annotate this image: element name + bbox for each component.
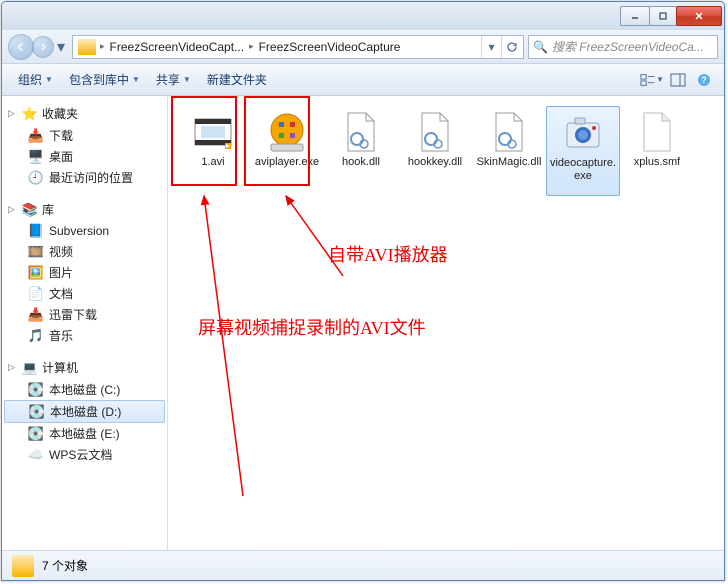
file-label: hookkey.dll xyxy=(408,156,462,169)
sidebar-computer: ▷💻计算机 💽本地磁盘 (C:) 💽本地磁盘 (D:) 💽本地磁盘 (E:) ☁… xyxy=(2,356,167,465)
sidebar-item-desktop[interactable]: 🖥️桌面 xyxy=(2,146,167,167)
file-pane[interactable]: 1.avi aviplayer.exe hook.dll hookkey.dll xyxy=(168,96,724,550)
file-label: 1.avi xyxy=(201,156,224,169)
file-item[interactable]: xplus.smf xyxy=(620,106,694,196)
search-placeholder: 搜索 FreezScreenVideoCa... xyxy=(552,38,704,55)
body: ▷⭐收藏夹 📥下载 🖥️桌面 🕘最近访问的位置 ▷📚库 📘Subversion … xyxy=(2,96,724,550)
close-button[interactable] xyxy=(676,6,722,26)
file-item[interactable]: SkinMagic.dll xyxy=(472,106,546,196)
generic-file-icon xyxy=(633,110,681,154)
file-item[interactable]: hookkey.dll xyxy=(398,106,472,196)
desktop-icon: 🖥️ xyxy=(28,149,44,165)
sidebar-item-xunlei[interactable]: 📥迅雷下载 xyxy=(2,304,167,325)
address-bar[interactable]: ▸ FreezScreenVideoCapt... ▸ FreezScreenV… xyxy=(72,35,524,59)
drive-icon: 💽 xyxy=(29,404,45,420)
sidebar: ▷⭐收藏夹 📥下载 🖥️桌面 🕘最近访问的位置 ▷📚库 📘Subversion … xyxy=(2,96,168,550)
sidebar-item-documents[interactable]: 📄文档 xyxy=(2,283,167,304)
forward-button[interactable] xyxy=(32,36,54,58)
file-label: videocapture.exe xyxy=(549,157,617,183)
toolbar: 组织▼ 包含到库中▼ 共享▼ 新建文件夹 ▼ ? xyxy=(2,64,724,96)
player-exe-icon xyxy=(263,110,311,154)
back-button[interactable] xyxy=(8,34,34,60)
picture-icon: 🖼️ xyxy=(28,265,44,281)
explorer-window: ▾ ▸ FreezScreenVideoCapt... ▸ FreezScree… xyxy=(1,1,725,581)
file-label: hook.dll xyxy=(342,156,380,169)
music-icon: 🎵 xyxy=(28,328,44,344)
xunlei-icon: 📥 xyxy=(28,307,44,323)
sidebar-item-pictures[interactable]: 🖼️图片 xyxy=(2,262,167,283)
file-item[interactable]: hook.dll xyxy=(324,106,398,196)
file-label: xplus.smf xyxy=(634,156,680,169)
video-file-icon xyxy=(189,110,237,154)
minimize-button[interactable] xyxy=(620,6,650,26)
window-controls xyxy=(621,6,722,26)
sidebar-item-drive-e[interactable]: 💽本地磁盘 (E:) xyxy=(2,423,167,444)
address-dropdown[interactable]: ▾ xyxy=(481,36,501,58)
annotation-text-1: 自带AVI播放器 xyxy=(328,241,448,267)
file-item[interactable]: aviplayer.exe xyxy=(250,106,324,196)
sidebar-item-drive-d[interactable]: 💽本地磁盘 (D:) xyxy=(4,400,165,423)
sidebar-item-videos[interactable]: 🎞️视频 xyxy=(2,241,167,262)
sidebar-item-music[interactable]: 🎵音乐 xyxy=(2,325,167,346)
download-icon: 📥 xyxy=(28,128,44,144)
file-label: aviplayer.exe xyxy=(255,156,319,169)
file-label: SkinMagic.dll xyxy=(477,156,542,169)
file-item[interactable]: 1.avi xyxy=(176,106,250,196)
share-menu[interactable]: 共享▼ xyxy=(148,67,199,92)
folder-icon xyxy=(12,555,34,577)
sidebar-item-downloads[interactable]: 📥下载 xyxy=(2,125,167,146)
sidebar-favorites: ▷⭐收藏夹 📥下载 🖥️桌面 🕘最近访问的位置 xyxy=(2,102,167,188)
sidebar-computer-head[interactable]: ▷💻计算机 xyxy=(2,356,167,379)
titlebar xyxy=(2,2,724,30)
annotation-text-2: 屏幕视频捕捉录制的AVI文件 xyxy=(198,314,426,340)
nav-history-dropdown[interactable]: ▾ xyxy=(54,35,68,59)
maximize-button[interactable] xyxy=(649,6,677,26)
status-text: 7 个对象 xyxy=(42,557,88,574)
search-icon: 🔍 xyxy=(533,40,548,54)
nav-buttons: ▾ xyxy=(8,34,68,60)
sidebar-libraries: ▷📚库 📘Subversion 🎞️视频 🖼️图片 📄文档 📥迅雷下载 🎵音乐 xyxy=(2,198,167,346)
sidebar-item-drive-c[interactable]: 💽本地磁盘 (C:) xyxy=(2,379,167,400)
recent-icon: 🕘 xyxy=(28,170,44,186)
newfolder-button[interactable]: 新建文件夹 xyxy=(199,67,275,92)
file-item[interactable]: videocapture.exe xyxy=(546,106,620,196)
document-icon: 📄 xyxy=(28,286,44,302)
sidebar-libraries-head[interactable]: ▷📚库 xyxy=(2,198,167,221)
dll-file-icon xyxy=(485,110,533,154)
drive-icon: 💽 xyxy=(28,382,44,398)
svn-icon: 📘 xyxy=(28,223,44,239)
dll-file-icon xyxy=(337,110,385,154)
include-menu[interactable]: 包含到库中▼ xyxy=(61,67,148,92)
dll-file-icon xyxy=(411,110,459,154)
view-options-button[interactable]: ▼ xyxy=(640,69,664,91)
statusbar: 7 个对象 xyxy=(2,550,724,580)
organize-menu[interactable]: 组织▼ xyxy=(10,67,61,92)
breadcrumb-1[interactable]: FreezScreenVideoCapt... xyxy=(106,40,249,54)
search-input[interactable]: 🔍 搜索 FreezScreenVideoCa... xyxy=(528,35,718,59)
breadcrumb-2[interactable]: FreezScreenVideoCapture xyxy=(255,40,405,54)
preview-pane-button[interactable] xyxy=(666,69,690,91)
file-grid: 1.avi aviplayer.exe hook.dll hookkey.dll xyxy=(176,106,716,196)
sidebar-favorites-head[interactable]: ▷⭐收藏夹 xyxy=(2,102,167,125)
library-icon: 📚 xyxy=(22,202,38,218)
video-icon: 🎞️ xyxy=(28,244,44,260)
refresh-button[interactable] xyxy=(501,36,521,58)
svg-text:?: ? xyxy=(701,75,707,85)
camera-exe-icon xyxy=(559,111,607,155)
sidebar-item-wps[interactable]: ☁️WPS云文档 xyxy=(2,444,167,465)
sidebar-item-recent[interactable]: 🕘最近访问的位置 xyxy=(2,167,167,188)
star-icon: ⭐ xyxy=(22,106,38,122)
address-row: ▾ ▸ FreezScreenVideoCapt... ▸ FreezScree… xyxy=(2,30,724,64)
cloud-icon: ☁️ xyxy=(28,447,44,463)
help-button[interactable]: ? xyxy=(692,69,716,91)
sidebar-item-subversion[interactable]: 📘Subversion xyxy=(2,221,167,241)
computer-icon: 💻 xyxy=(22,360,38,376)
drive-icon: 💽 xyxy=(28,426,44,442)
folder-icon xyxy=(78,39,96,55)
